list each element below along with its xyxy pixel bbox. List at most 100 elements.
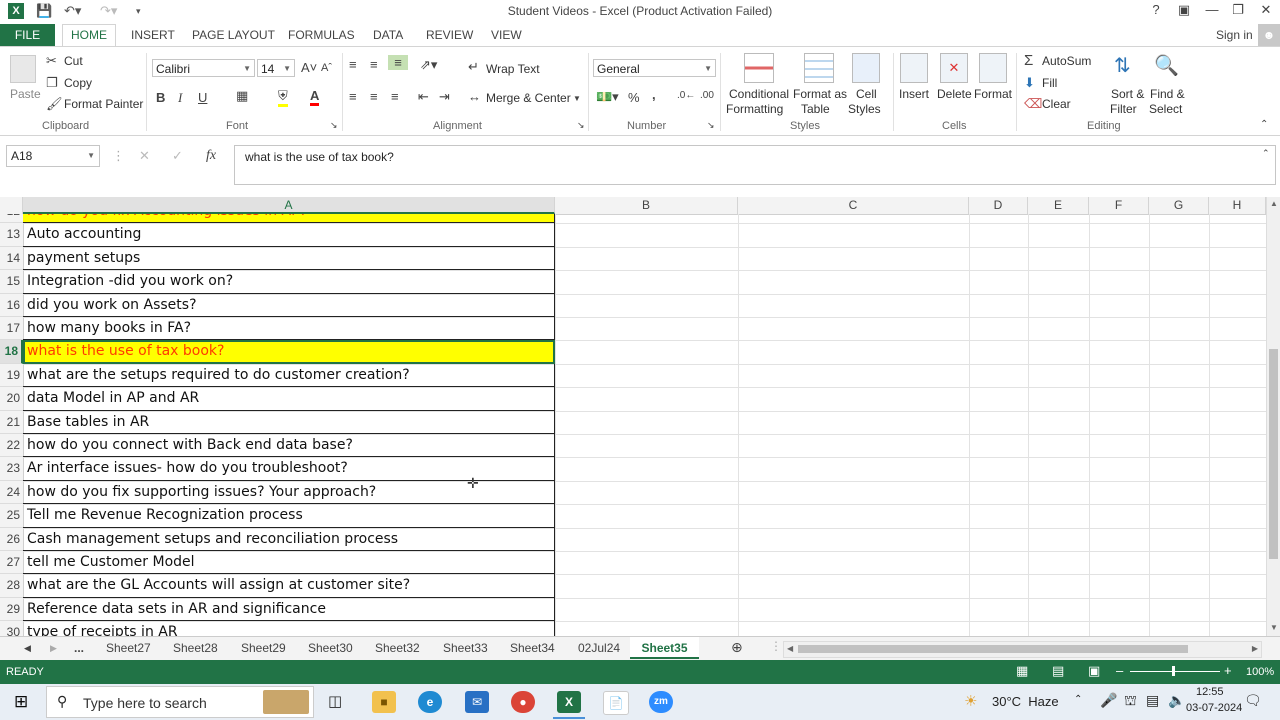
- cell-a27[interactable]: tell me Customer Model: [23, 551, 555, 575]
- number-format-combo[interactable]: General ▼: [593, 59, 716, 77]
- volume-icon[interactable]: 🔈: [1168, 692, 1185, 709]
- clock-time[interactable]: 12:55: [1196, 686, 1224, 698]
- paste-icon[interactable]: [10, 55, 36, 83]
- cell-a18[interactable]: what is the use of tax book?: [23, 340, 555, 364]
- font-size-combo[interactable]: 14 ▼: [257, 59, 295, 77]
- cell-styles-line2[interactable]: Styles: [848, 102, 881, 116]
- align-top-icon[interactable]: ≡: [349, 57, 357, 72]
- sheet-tab-sheet33[interactable]: Sheet33: [443, 641, 488, 655]
- row-header-24[interactable]: 24: [0, 481, 23, 505]
- format-painter-button[interactable]: Format Painter: [64, 97, 143, 111]
- accounting-format-icon[interactable]: 💵▾: [596, 89, 619, 105]
- confirm-entry-icon[interactable]: ✓: [172, 148, 183, 164]
- clock-date[interactable]: 03-07-2024: [1186, 702, 1242, 714]
- find-select-icon[interactable]: 🔍: [1154, 53, 1179, 78]
- format-cells-button[interactable]: Format: [974, 87, 1012, 101]
- formula-input[interactable]: what is the use of tax book?: [234, 145, 1276, 185]
- sheet-tab-sheet34[interactable]: Sheet34: [510, 641, 555, 655]
- italic-button[interactable]: I: [178, 90, 182, 106]
- increase-decimal-icon[interactable]: .0←: [677, 90, 695, 101]
- delete-cells-button[interactable]: Delete: [937, 87, 972, 101]
- row-header-21[interactable]: 21: [0, 411, 23, 434]
- restore-button[interactable]: ❐: [1226, 2, 1250, 18]
- tab-view[interactable]: VIEW: [491, 28, 522, 42]
- paste-button[interactable]: Paste: [10, 87, 41, 101]
- row-header-17[interactable]: 17: [0, 317, 23, 341]
- column-header-h[interactable]: H: [1209, 197, 1266, 214]
- cell-a17[interactable]: how many books in FA?: [23, 317, 555, 341]
- microphone-icon[interactable]: 🎤: [1100, 692, 1117, 709]
- number-dialog-launcher-icon[interactable]: ↘: [707, 120, 715, 131]
- collapse-ribbon-icon[interactable]: ⌃: [1260, 119, 1268, 130]
- cell-a16[interactable]: did you work on Assets?: [23, 293, 555, 317]
- wifi-icon[interactable]: ⛫: [1124, 692, 1137, 711]
- avatar[interactable]: ☻: [1258, 24, 1280, 46]
- borders-icon[interactable]: ▦: [236, 88, 248, 104]
- sign-in-link[interactable]: Sign in: [1216, 28, 1253, 42]
- scroll-right-icon[interactable]: ▶: [1252, 644, 1258, 653]
- align-left-icon[interactable]: ≡: [349, 89, 357, 104]
- format-painter-icon[interactable]: 🖌: [46, 96, 63, 112]
- clear-button[interactable]: Clear: [1042, 97, 1071, 111]
- row-header-20[interactable]: 20: [0, 387, 23, 411]
- find-select-line2[interactable]: Select: [1149, 102, 1182, 116]
- row-header-16[interactable]: 16: [0, 294, 23, 317]
- row-header-12[interactable]: 12: [0, 214, 23, 224]
- more-sheets-button[interactable]: ...: [74, 641, 84, 655]
- conditional-formatting-line2[interactable]: Formatting: [726, 102, 783, 116]
- sheet-tab-sheet35[interactable]: Sheet35: [630, 637, 699, 659]
- notification-icon[interactable]: 🗨: [1244, 692, 1262, 709]
- cell-a15[interactable]: Integration -did you work on?: [23, 270, 555, 294]
- row-header-26[interactable]: 26: [0, 528, 23, 551]
- orientation-icon[interactable]: ⇗▾: [420, 57, 437, 73]
- sheet-tab-sheet30[interactable]: Sheet30: [308, 641, 353, 655]
- percent-button[interactable]: %: [628, 90, 640, 105]
- column-header-b[interactable]: B: [555, 197, 738, 214]
- sheet-tab-sheet29[interactable]: Sheet29: [241, 641, 286, 655]
- decrease-font-icon[interactable]: Aˆ: [321, 62, 332, 74]
- autosum-icon[interactable]: Σ: [1024, 52, 1033, 69]
- cut-icon[interactable]: ✂: [46, 53, 57, 69]
- chrome-icon[interactable]: ●: [511, 691, 535, 713]
- align-middle-icon[interactable]: ≡: [370, 57, 378, 72]
- font-dialog-launcher-icon[interactable]: ↘: [330, 120, 338, 131]
- increase-font-icon[interactable]: A˅: [301, 60, 317, 75]
- tab-data[interactable]: DATA: [373, 28, 403, 42]
- windows-start-icon[interactable]: ⊞: [14, 692, 28, 712]
- cell-a14[interactable]: payment setups: [23, 246, 555, 271]
- column-header-d[interactable]: D: [969, 197, 1028, 214]
- sort-filter-icon[interactable]: ⇅: [1114, 53, 1131, 78]
- format-cells-icon[interactable]: [979, 53, 1007, 83]
- help-button[interactable]: ?: [1144, 2, 1168, 17]
- cell-a13[interactable]: Auto accounting: [23, 223, 555, 247]
- column-header-a[interactable]: A: [23, 197, 555, 214]
- zoom-level[interactable]: 100%: [1246, 666, 1274, 678]
- name-box[interactable]: A18 ▼: [6, 145, 100, 167]
- underline-button[interactable]: U: [198, 90, 207, 105]
- scroll-down-icon[interactable]: ▼: [1270, 623, 1278, 632]
- merge-center-button[interactable]: Merge & Center: [486, 91, 571, 105]
- document-icon[interactable]: 📄: [603, 691, 629, 715]
- zoom-out-icon[interactable]: –: [1116, 663, 1123, 678]
- minimize-button[interactable]: —: [1200, 2, 1224, 17]
- cell-a19[interactable]: what are the setups required to do custo…: [23, 363, 555, 388]
- edge-icon[interactable]: e: [418, 691, 442, 713]
- row-header-13[interactable]: 13: [0, 223, 23, 247]
- zoom-app-icon[interactable]: zm: [649, 691, 673, 713]
- sort-filter-line2[interactable]: Filter: [1110, 102, 1137, 116]
- column-header-f[interactable]: F: [1089, 197, 1149, 214]
- insert-cells-button[interactable]: Insert: [899, 87, 929, 101]
- bold-button[interactable]: B: [156, 90, 165, 105]
- cell-a12[interactable]: how do you fix Accounting issues in AP?: [23, 214, 555, 224]
- weather-icon[interactable]: ☀: [964, 692, 977, 710]
- insert-function-button[interactable]: fx: [206, 148, 216, 164]
- cancel-entry-icon[interactable]: ✕: [139, 148, 150, 164]
- ribbon-display-icon[interactable]: ▣: [1172, 2, 1196, 18]
- row-header-22[interactable]: 22: [0, 434, 23, 458]
- tab-formulas[interactable]: FORMULAS: [288, 28, 355, 42]
- find-select-line1[interactable]: Find &: [1150, 87, 1185, 101]
- decrease-decimal-icon[interactable]: .00: [700, 90, 714, 101]
- row-header-27[interactable]: 27: [0, 551, 23, 575]
- horizontal-scrollbar[interactable]: ◀ ▶: [783, 641, 1262, 658]
- copy-icon[interactable]: ❐: [46, 75, 58, 91]
